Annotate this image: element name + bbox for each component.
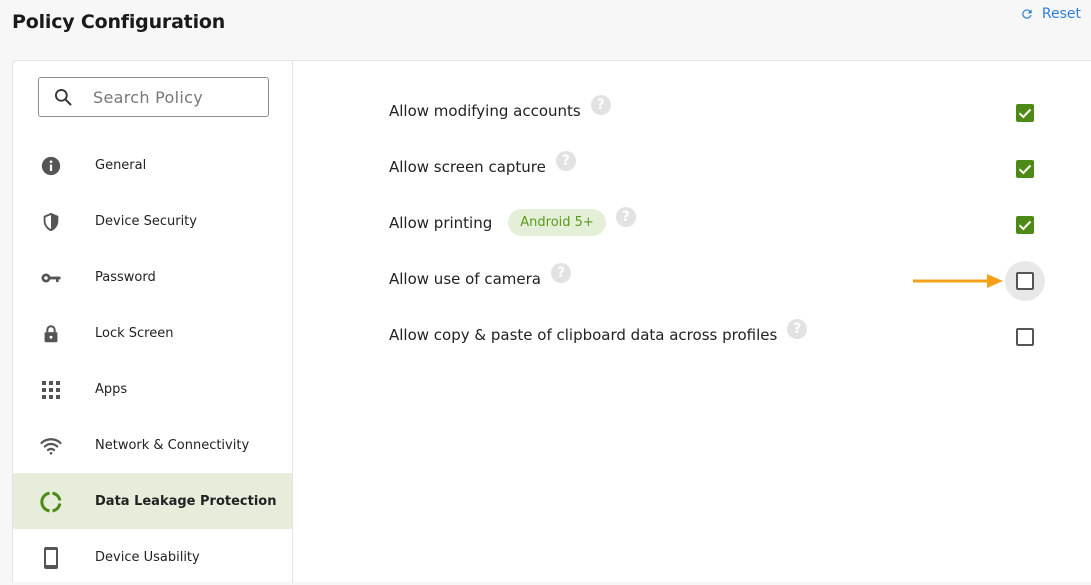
reset-button[interactable]: Reset [1020, 6, 1081, 22]
checkbox-clipboard[interactable] [1016, 328, 1034, 346]
policy-panel: General Device Security Password Lock Sc… [12, 60, 1091, 583]
sidebar-item-device-usability[interactable]: Device Usability [13, 529, 292, 585]
help-icon[interactable]: ? [615, 206, 636, 227]
help-icon[interactable]: ? [555, 151, 576, 171]
sidebar-item-label: Data Leakage Protection [95, 493, 277, 509]
policy-row-printing: Allow printing Android 5+ ? [293, 173, 1091, 236]
policy-list: Allow modifying accounts ? Allow screen … [293, 61, 1091, 583]
search-input[interactable] [93, 78, 263, 116]
policy-row-modify-accounts: Allow modifying accounts ? [293, 61, 1091, 122]
sidebar-item-apps[interactable]: Apps [13, 361, 292, 417]
sidebar-item-label: Device Usability [95, 549, 200, 565]
sidebar-item-label: Apps [95, 381, 128, 397]
sidebar-item-general[interactable]: General [13, 137, 292, 193]
shield-icon [39, 210, 63, 234]
policy-row-camera: Allow use of camera ? [293, 229, 1091, 301]
search-box[interactable] [38, 77, 269, 117]
sidebar-item-data-leakage-protection[interactable]: Data Leakage Protection [13, 473, 292, 529]
policy-label: Allow copy & paste of clipboard data acr… [389, 326, 778, 344]
sidebar-item-label: Password [95, 269, 156, 285]
sidebar-item-label: Network & Connectivity [95, 437, 250, 453]
wifi-icon [39, 434, 63, 458]
help-icon[interactable]: ? [590, 95, 611, 115]
refresh-icon [1022, 9, 1032, 19]
policy-row-clipboard: Allow copy & paste of clipboard data acr… [293, 285, 1091, 346]
info-icon [39, 154, 63, 178]
sidebar-item-label: Device Security [95, 213, 197, 229]
lock-icon [39, 322, 63, 346]
sidebar-item-device-security[interactable]: Device Security [13, 193, 292, 249]
header: Policy Configuration Reset [0, 0, 1091, 60]
search-icon [55, 89, 72, 106]
help-icon[interactable]: ? [551, 263, 571, 283]
sidebar: General Device Security Password Lock Sc… [13, 61, 293, 583]
help-icon[interactable]: ? [787, 319, 808, 339]
phone-icon [39, 546, 63, 570]
sidebar-item-label: General [95, 157, 147, 173]
sidebar-nav: General Device Security Password Lock Sc… [13, 137, 292, 585]
policy-row-screen-capture: Allow screen capture ? [293, 117, 1091, 178]
page-title: Policy Configuration [12, 11, 226, 33]
sidebar-item-lock-screen[interactable]: Lock Screen [13, 305, 292, 361]
donut-ring-icon [39, 490, 63, 514]
key-icon [39, 266, 63, 290]
sidebar-item-password[interactable]: Password [13, 249, 292, 305]
reset-label: Reset [1041, 6, 1081, 22]
apps-grid-icon [39, 378, 63, 402]
sidebar-item-label: Lock Screen [95, 325, 174, 341]
sidebar-item-network[interactable]: Network & Connectivity [13, 417, 292, 473]
